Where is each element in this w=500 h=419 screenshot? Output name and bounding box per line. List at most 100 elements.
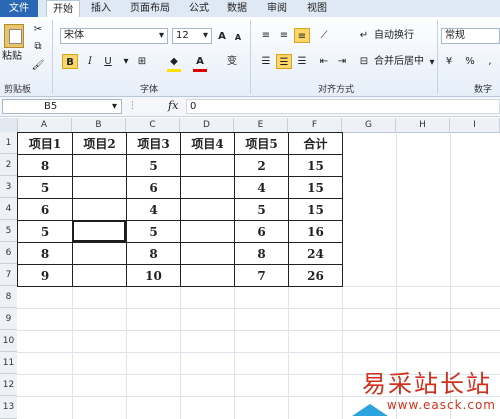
column-header-i[interactable]: I xyxy=(450,118,500,132)
comma-format-icon[interactable]: , xyxy=(482,54,498,69)
wrap-text-button[interactable]: 自动换行 xyxy=(374,29,414,43)
cell[interactable]: 项目5 xyxy=(234,132,289,155)
tab-formulas[interactable]: 公式 xyxy=(184,0,214,17)
grow-font-button[interactable]: A xyxy=(214,29,230,44)
cell[interactable]: 8 xyxy=(17,242,73,265)
cut-icon[interactable]: ✂ xyxy=(30,22,46,37)
fill-color-icon[interactable]: ◆ xyxy=(166,54,182,69)
cell[interactable] xyxy=(72,154,127,177)
row-header-1[interactable]: 1 xyxy=(0,132,17,154)
copy-icon[interactable]: ⧉ xyxy=(30,39,46,54)
cell[interactable]: 9 xyxy=(17,264,73,287)
align-left-icon[interactable]: ☰ xyxy=(258,54,274,69)
cell[interactable]: 26 xyxy=(288,264,343,287)
cell[interactable]: 6 xyxy=(234,220,289,243)
cell[interactable]: 5 xyxy=(17,176,73,199)
increase-indent-icon[interactable]: ⇥ xyxy=(334,54,350,69)
cell[interactable]: 10 xyxy=(126,264,181,287)
row-header-2[interactable]: 2 xyxy=(0,154,17,176)
cell[interactable] xyxy=(180,154,235,177)
cell[interactable] xyxy=(72,198,127,221)
row-header-11[interactable]: 11 xyxy=(0,352,17,374)
merge-center-button[interactable]: 合并后居中 xyxy=(374,55,424,69)
cell[interactable]: 8 xyxy=(17,154,73,177)
cell[interactable]: 5 xyxy=(126,220,181,243)
tab-view[interactable]: 视图 xyxy=(302,0,332,17)
format-painter-icon[interactable]: 🖌 xyxy=(30,58,46,73)
column-header-g[interactable]: G xyxy=(342,118,396,132)
column-header-f[interactable]: F xyxy=(288,118,342,132)
font-color-button[interactable]: A xyxy=(192,54,208,69)
underline-button[interactable]: U xyxy=(100,54,116,69)
column-header-a[interactable]: A xyxy=(17,118,72,132)
underline-dropdown-icon[interactable]: ▾ xyxy=(118,54,134,69)
cell[interactable] xyxy=(72,264,127,287)
wrap-text-icon[interactable]: ↵ xyxy=(356,28,372,43)
cell[interactable]: 5 xyxy=(126,154,181,177)
cell[interactable] xyxy=(180,264,235,287)
align-bottom-icon[interactable]: ≡ xyxy=(294,28,310,43)
row-header-10[interactable]: 10 xyxy=(0,330,17,352)
column-header-c[interactable]: C xyxy=(126,118,180,132)
bold-button[interactable]: B xyxy=(62,54,78,69)
cell[interactable]: 8 xyxy=(126,242,181,265)
tab-home[interactable]: 开始 xyxy=(46,0,80,18)
row-header-4[interactable]: 4 xyxy=(0,198,17,220)
tab-review[interactable]: 审阅 xyxy=(262,0,292,17)
column-header-e[interactable]: E xyxy=(234,118,288,132)
align-middle-icon[interactable]: ≡ xyxy=(276,28,292,43)
file-tab[interactable]: 文件 xyxy=(0,0,38,18)
cell[interactable] xyxy=(180,242,235,265)
formula-input[interactable]: 0 xyxy=(186,99,500,114)
decrease-indent-icon[interactable]: ⇤ xyxy=(316,54,332,69)
cell[interactable]: 6 xyxy=(126,176,181,199)
cell[interactable]: 6 xyxy=(17,198,73,221)
paste-icon[interactable] xyxy=(4,24,24,48)
select-all-corner[interactable] xyxy=(0,118,18,132)
column-header-d[interactable]: D xyxy=(180,118,234,132)
merge-center-icon[interactable]: ⊟ xyxy=(356,54,372,69)
row-header-6[interactable]: 6 xyxy=(0,242,17,264)
selected-cell-b5[interactable] xyxy=(72,220,126,242)
align-center-icon[interactable]: ☰ xyxy=(276,54,292,69)
cell[interactable]: 4 xyxy=(234,176,289,199)
row-header-13[interactable]: 13 xyxy=(0,396,17,419)
paste-button[interactable]: 粘贴 xyxy=(2,50,22,64)
number-format-select[interactable]: 常规 xyxy=(441,28,500,44)
name-box[interactable]: B5 ▾ xyxy=(2,99,122,114)
cell[interactable]: 8 xyxy=(234,242,289,265)
cell[interactable]: 5 xyxy=(17,220,73,243)
cell[interactable]: 项目3 xyxy=(126,132,181,155)
borders-icon[interactable]: ⊞ xyxy=(134,54,150,69)
cell[interactable]: 16 xyxy=(288,220,343,243)
cell[interactable]: 项目4 xyxy=(180,132,235,155)
cell[interactable]: 4 xyxy=(126,198,181,221)
cell[interactable]: 24 xyxy=(288,242,343,265)
row-header-3[interactable]: 3 xyxy=(0,176,17,198)
tab-insert[interactable]: 插入 xyxy=(84,0,118,17)
orientation-icon[interactable]: ⟋ xyxy=(316,28,332,43)
italic-button[interactable]: I xyxy=(82,54,98,69)
insert-function-button[interactable]: fx xyxy=(168,99,178,112)
shrink-font-button[interactable]: A xyxy=(230,30,246,45)
row-header-12[interactable]: 12 xyxy=(0,374,17,396)
tab-page-layout[interactable]: 页面布局 xyxy=(122,0,178,17)
currency-format-icon[interactable]: ¥ xyxy=(441,54,457,69)
cell[interactable]: 2 xyxy=(234,154,289,177)
cell[interactable]: 15 xyxy=(288,198,343,221)
cell[interactable]: 7 xyxy=(234,264,289,287)
column-header-h[interactable]: H xyxy=(396,118,450,132)
cell[interactable]: 5 xyxy=(234,198,289,221)
cell[interactable] xyxy=(180,176,235,199)
cell[interactable]: 项目1 xyxy=(17,132,73,155)
align-right-icon[interactable]: ☰ xyxy=(294,54,310,69)
cell[interactable] xyxy=(72,242,127,265)
font-name-select[interactable]: 宋体 ▾ xyxy=(60,28,168,44)
font-size-select[interactable]: 12 ▾ xyxy=(172,28,212,44)
cell[interactable]: 项目2 xyxy=(72,132,127,155)
tab-data[interactable]: 数据 xyxy=(222,0,252,17)
cell[interactable]: 15 xyxy=(288,176,343,199)
cell[interactable] xyxy=(180,198,235,221)
row-header-5[interactable]: 5 xyxy=(0,220,17,242)
row-header-9[interactable]: 9 xyxy=(0,308,17,330)
